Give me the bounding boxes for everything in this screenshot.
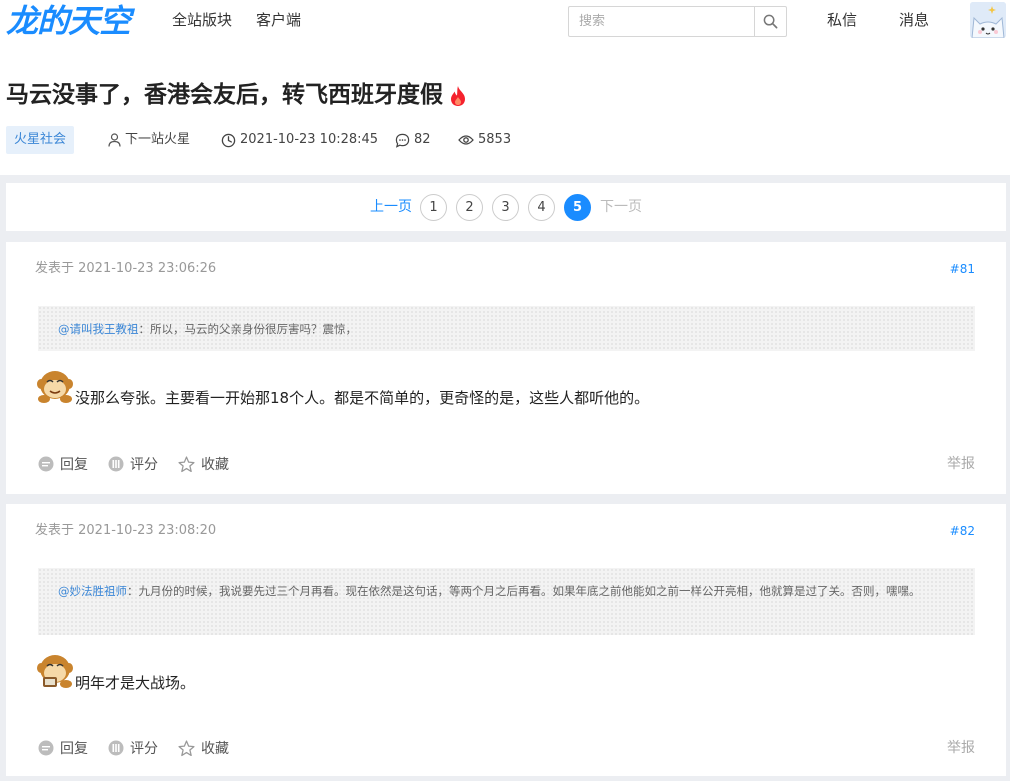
search-box xyxy=(568,6,787,37)
reply-count: 82 xyxy=(414,132,431,147)
reply-actions: 回复 评分 收藏 xyxy=(38,738,249,758)
replies-meta: 82 xyxy=(395,127,431,153)
reply-button[interactable]: 回复 xyxy=(38,454,88,474)
next-page-link: 下一页 xyxy=(600,199,642,215)
clock-icon xyxy=(221,133,236,147)
favorite-label: 收藏 xyxy=(201,457,229,473)
page-3[interactable]: 3 xyxy=(492,194,519,221)
reply-actions: 回复 评分 收藏 xyxy=(38,454,249,474)
notifications-link[interactable]: 消息 xyxy=(899,10,929,30)
view-count: 5853 xyxy=(478,132,512,147)
nav-all-boards[interactable]: 全站版块 xyxy=(172,10,232,30)
favorite-button[interactable]: 收藏 xyxy=(178,454,229,474)
rate-icon xyxy=(108,456,124,472)
post-title: 马云没事了，香港会友后，转飞西班牙度假 xyxy=(6,78,467,112)
page-5-current[interactable]: 5 xyxy=(564,194,591,221)
search-icon xyxy=(763,14,778,29)
post-datetime: 2021-10-23 10:28:45 xyxy=(240,132,379,147)
quote-text: ：九月份的时候，我说要先过三个月再看。现在依然是这句话，等两个月之后再看。如果年… xyxy=(127,584,921,598)
reply-content: 没那么夸张。主要看一开始那18个人。都是不简单的，更奇怪的是，这些人都听他的。 xyxy=(75,389,650,407)
page-1[interactable]: 1 xyxy=(420,194,447,221)
report-link[interactable]: 举报 xyxy=(947,454,975,474)
reply-label: 回复 xyxy=(60,457,88,473)
post-title-text: 马云没事了，香港会友后，转飞西班牙度假 xyxy=(6,82,443,108)
avatar-cat-icon xyxy=(970,2,1006,38)
rate-button[interactable]: 评分 xyxy=(108,454,158,474)
comment-icon xyxy=(395,133,410,148)
reply-icon xyxy=(38,740,54,756)
quote-block: @请叫我王教祖：所以，马云的父亲身份很厉害吗？震惊， xyxy=(38,306,975,351)
star-icon xyxy=(178,739,195,756)
nav-client[interactable]: 客户端 xyxy=(256,10,301,30)
user-avatar[interactable] xyxy=(970,2,1006,38)
hot-fire-icon xyxy=(451,85,465,106)
reply-content: 明年才是大战场。 xyxy=(75,674,196,692)
search-button[interactable] xyxy=(754,7,786,36)
reply-label: 回复 xyxy=(60,741,88,757)
report-link[interactable]: 举报 xyxy=(947,738,975,758)
quote-text: ：所以，马云的父亲身份很厉害吗？震惊， xyxy=(138,322,358,336)
monkey-emoji-icon xyxy=(37,371,73,403)
favorite-button[interactable]: 收藏 xyxy=(178,738,229,758)
author-meta: 下一站火星 xyxy=(108,127,190,153)
favorite-label: 收藏 xyxy=(201,741,229,757)
rate-label: 评分 xyxy=(130,457,158,473)
reply-post: 发表于 2021-10-23 23:08:20 #82 @妙法胜祖师：九月份的时… xyxy=(6,504,1006,776)
header-area: 龙的天空 全站版块 客户端 私信 消息 马云没事了，香港会友后，转飞西班牙度假 xyxy=(0,0,1010,175)
rate-button[interactable]: 评分 xyxy=(108,738,158,758)
datetime-meta: 2021-10-23 10:28:45 xyxy=(221,127,378,153)
rate-label: 评分 xyxy=(130,741,158,757)
star-icon xyxy=(178,455,195,472)
page-2[interactable]: 2 xyxy=(456,194,483,221)
quote-user[interactable]: @妙法胜祖师 xyxy=(58,584,127,598)
eye-icon xyxy=(458,135,474,145)
monkey-emoji-icon xyxy=(37,655,73,688)
views-meta: 5853 xyxy=(458,127,511,153)
prev-page-link[interactable]: 上一页 xyxy=(370,198,412,216)
reply-post: 发表于 2021-10-23 23:06:26 #81 @请叫我王教祖：所以，马… xyxy=(6,242,1006,494)
reply-icon xyxy=(38,456,54,472)
search-input[interactable] xyxy=(569,7,755,36)
category-tag[interactable]: 火星社会 xyxy=(6,126,75,154)
reply-button[interactable]: 回复 xyxy=(38,738,88,758)
reply-time: 发表于 2021-10-23 23:06:26 xyxy=(35,261,217,276)
reply-time: 发表于 2021-10-23 23:08:20 xyxy=(35,523,217,538)
rate-icon xyxy=(108,740,124,756)
floor-number[interactable]: #81 xyxy=(950,261,975,277)
quote-user[interactable]: @请叫我王教祖 xyxy=(58,322,139,336)
page-4[interactable]: 4 xyxy=(528,194,555,221)
quote-block: @妙法胜祖师：九月份的时候，我说要先过三个月再看。现在依然是这句话，等两个月之后… xyxy=(38,568,975,635)
user-icon xyxy=(108,133,121,147)
private-message-link[interactable]: 私信 xyxy=(827,10,857,30)
author-name[interactable]: 下一站火星 xyxy=(125,127,190,153)
floor-number[interactable]: #82 xyxy=(950,523,975,539)
site-logo[interactable]: 龙的天空 xyxy=(6,2,131,40)
pagination: 上一页 1 2 3 4 5 下一页 xyxy=(6,183,1006,231)
